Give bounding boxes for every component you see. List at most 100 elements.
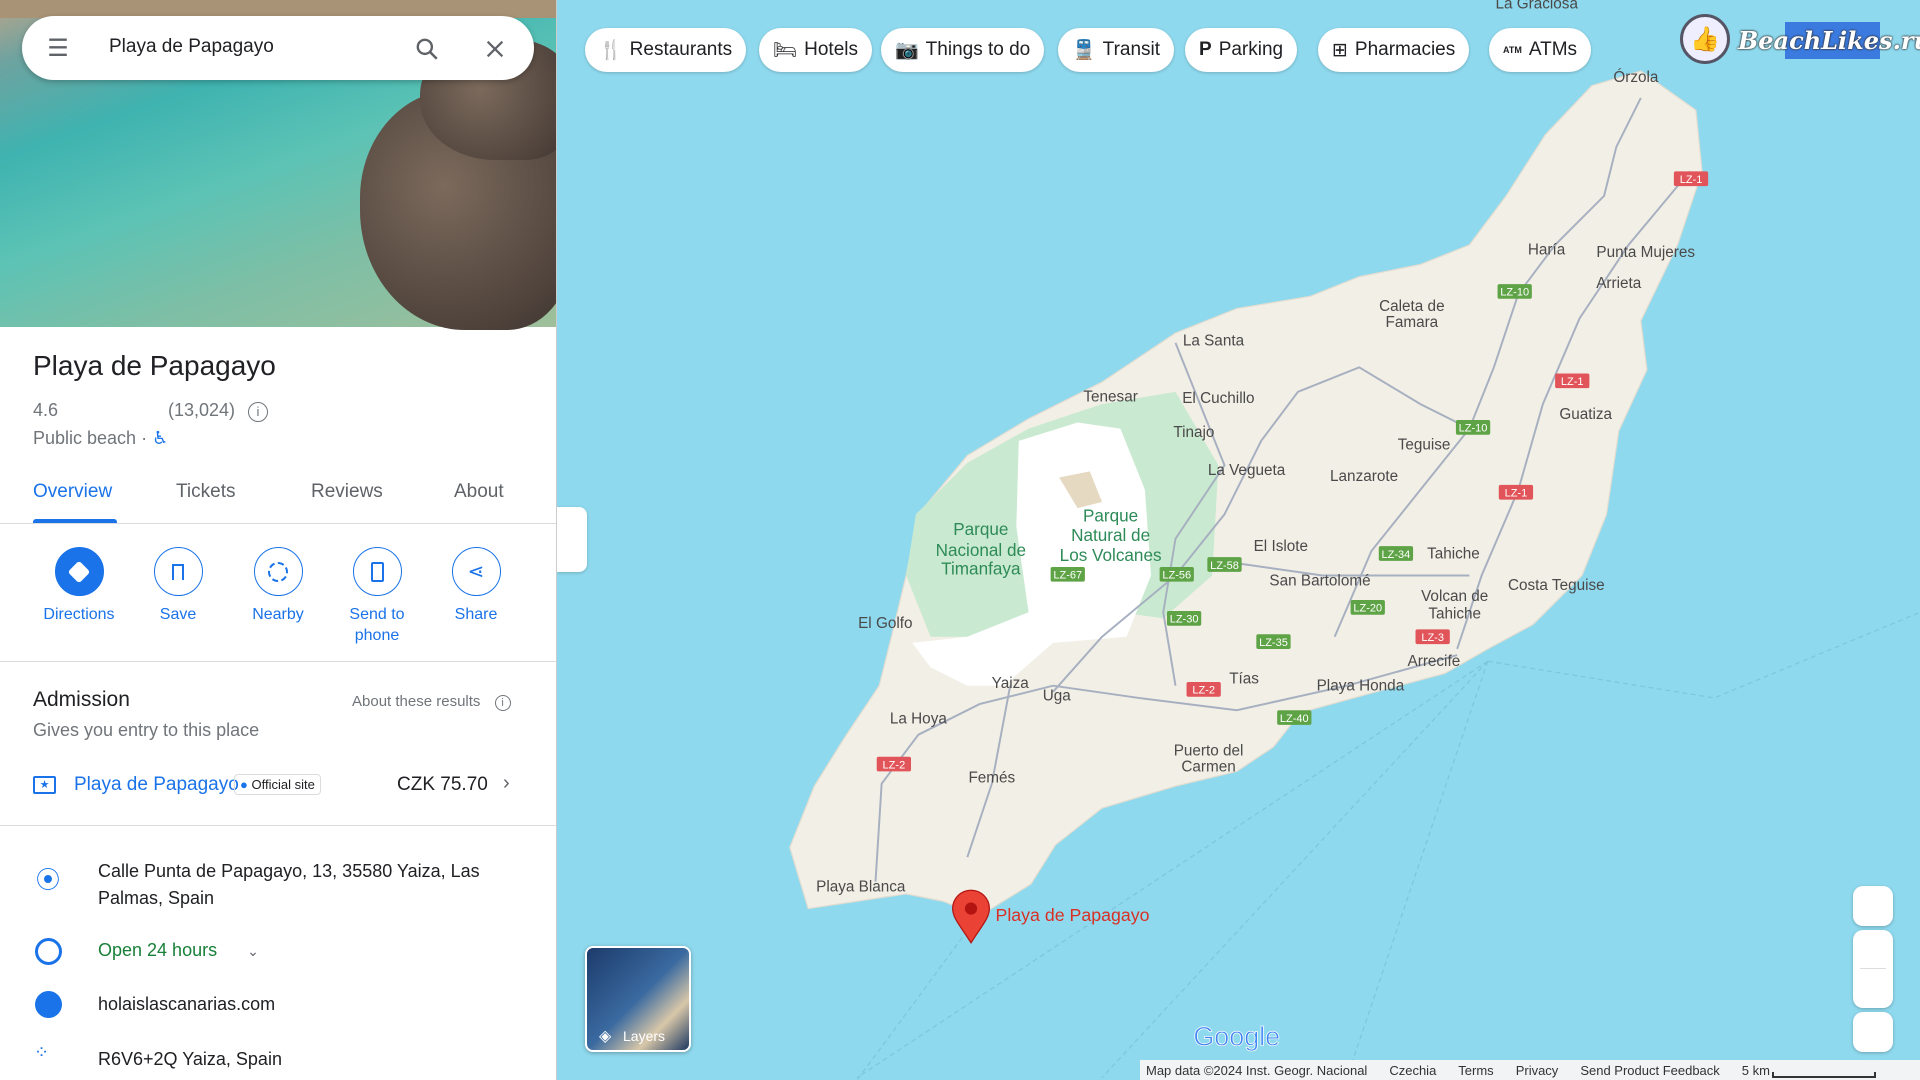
collapse-panel-button[interactable] [557,507,587,572]
plus-code[interactable]: R6V6+2Q Yaiza, Spain [98,1046,282,1073]
search-icon[interactable] [414,36,440,62]
map-label: Tías [1229,670,1259,687]
menu-icon[interactable]: ☰ [44,34,72,62]
info-icon[interactable]: i [248,402,268,422]
map-label: San Bartolomé [1269,572,1370,589]
review-count[interactable]: (13,024) [168,400,235,421]
zoom-divider [1860,968,1886,969]
save-button[interactable]: Save [128,547,228,625]
directions-icon [54,547,104,596]
road-badge-label: LZ-58 [1210,560,1239,572]
chip-pharmacies[interactable]: ⊞ Pharmacies [1318,28,1470,72]
nearby-button[interactable]: Nearby [228,547,328,625]
parking-icon: P [1199,39,1212,60]
place-category-row: Public beach · ♿ [33,428,168,449]
send-to-phone-button[interactable]: Send to phone [327,547,427,646]
verified-icon: ● [240,777,248,792]
chip-atms[interactable]: ATM ATMs [1489,28,1592,72]
atm-icon: ATM [1503,45,1522,55]
divider [0,825,556,826]
train-icon: 🚆 [1072,40,1096,61]
pegman-button[interactable] [1853,886,1893,926]
ticket-row[interactable]: ★ Playa de Papagayo ● Official site CZK … [33,772,523,804]
nearby-icon [253,547,303,596]
search-input[interactable]: Playa de Papagayo [109,36,274,58]
share-icon: ⋖ [451,547,501,596]
road-badge-label: LZ-30 [1170,614,1199,626]
feedback-link[interactable]: Send Product Feedback [1580,1063,1719,1078]
chip-label: Restaurants [629,39,733,60]
park-label: Parque [1083,506,1138,526]
map-label: Carmen [1181,758,1235,775]
chip-parking[interactable]: P Parking [1185,28,1298,72]
info-icon: i [494,695,511,711]
divider [0,523,556,524]
ticket-name[interactable]: Playa de Papagayo [74,774,239,796]
road-badge-label: LZ-3 [1421,632,1444,644]
privacy-link[interactable]: Privacy [1516,1063,1559,1078]
map-label: Arrieta [1596,275,1642,292]
official-site-badge: ● Official site [234,774,321,795]
chip-things-to-do[interactable]: 📷 Things to do [881,28,1045,72]
map-label: Haría [1528,242,1566,259]
globe-icon [35,991,62,1018]
pin-label[interactable]: Playa de Papagayo [996,905,1150,925]
map-label: Volcan de [1421,588,1488,605]
my-location-button[interactable] [1853,1012,1893,1052]
tab-reviews[interactable]: Reviews [311,481,383,503]
road-badge-label: LZ-34 [1382,549,1411,561]
scale-label: 5 km [1741,1062,1770,1078]
road-badge-label: LZ-1 [1505,488,1528,500]
road-badge-label: LZ-56 [1162,570,1191,582]
about-results-text: About these results [352,693,481,710]
no-wheelchair-icon: ♿ [152,428,169,448]
map-label: Guatiza [1559,406,1612,423]
bookmark-icon [153,547,203,596]
search-box[interactable]: ☰ Playa de Papagayo [22,16,534,80]
opening-hours[interactable]: Open 24 hours ⌄ [98,937,259,965]
tab-about[interactable]: About [454,481,504,503]
layers-icon: ◈ [599,1028,612,1045]
map-label: Tinajo [1173,424,1214,441]
zoom-controls[interactable] [1853,930,1893,1008]
map-label: La Santa [1183,332,1245,349]
chip-label: Parking [1218,39,1284,60]
share-button[interactable]: ⋖ Share [426,547,526,625]
close-icon[interactable] [484,38,506,60]
address[interactable]: Calle Punta de Papagayo, 13, 35580 Yaiza… [98,858,518,912]
action-label: Send to phone [349,606,405,644]
location-pin-icon: ⦿ [36,867,60,894]
place-title: Playa de Papagayo [33,350,276,381]
park-label: Parque [953,519,1008,539]
pin-icon[interactable] [952,889,991,945]
clock-icon [35,938,62,965]
about-results-link[interactable]: About these results i [352,693,511,711]
tab-tickets[interactable]: Tickets [176,481,235,503]
country-link[interactable]: Czechia [1389,1063,1436,1078]
map-label: Lanzarote [1330,468,1398,485]
chevron-down-icon[interactable]: ⌄ [247,943,259,959]
separator: · [141,428,148,448]
directions-button[interactable]: Directions [29,547,129,625]
park-label: Nacional de [936,540,1026,560]
layers-button[interactable]: ◈ Layers [585,946,691,1052]
chip-restaurants[interactable]: 🍴 Restaurants [585,28,747,72]
chip-transit[interactable]: 🚆 Transit [1058,28,1175,72]
divider [0,661,556,662]
chip-label: Transit [1102,39,1161,60]
scale-bar[interactable]: 5 km [1742,1063,1876,1078]
map-label: Punta Mujeres [1596,244,1695,261]
terms-link[interactable]: Terms [1458,1063,1493,1078]
chevron-right-icon: › [503,772,510,794]
chip-label: ATMs [1528,39,1578,60]
road-badge-label: LZ-1 [1561,376,1584,388]
park-label: Los Volcanes [1060,545,1162,565]
place-pin[interactable]: Playa de Papagayo [952,889,1150,945]
chip-hotels[interactable]: 🛏 Hotels [759,28,872,72]
plus-code-icon: ⁘ [34,1042,49,1062]
map-label: La Hoya [890,711,947,728]
website-link[interactable]: holaislascanarias.com [98,991,275,1018]
place-panel: ☰ Playa de Papagayo Playa de Papagayo 4.… [0,0,557,1080]
map-label: Playa Blanca [816,878,906,895]
tab-overview[interactable]: Overview [33,481,112,503]
